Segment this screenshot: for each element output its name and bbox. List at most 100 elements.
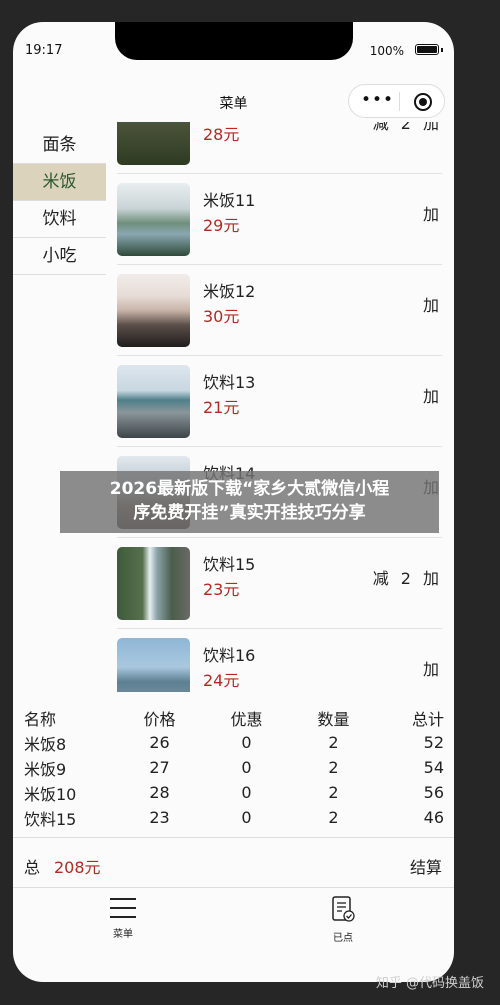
battery-icon bbox=[415, 44, 439, 55]
header-total: 总计 bbox=[411, 709, 444, 729]
cart-cell: 2 bbox=[328, 733, 339, 752]
cart-cell: 54 bbox=[423, 758, 444, 777]
cart-cell: 27 bbox=[149, 758, 170, 777]
status-time: 19:17 bbox=[25, 43, 63, 58]
add-button[interactable]: 加 bbox=[423, 122, 439, 133]
product-controls: 减2 加 bbox=[373, 122, 439, 134]
cart-cell: 26 bbox=[149, 733, 170, 752]
header-name: 名称 bbox=[24, 709, 57, 729]
product-price: 29元 bbox=[203, 216, 240, 235]
product-price: 28元 bbox=[203, 125, 240, 144]
cart-cell: 米饭8 bbox=[24, 734, 67, 754]
product-name: 米饭11 bbox=[203, 191, 256, 210]
close-target-icon[interactable] bbox=[414, 93, 432, 111]
product-image bbox=[117, 122, 190, 165]
product-image bbox=[117, 365, 190, 438]
product-controls: 加 bbox=[423, 383, 439, 407]
product-item: 饮料16 24元 加 bbox=[117, 628, 442, 692]
product-image bbox=[117, 183, 190, 256]
cart-header-row: 名称 价格 优惠 数量 总计 bbox=[24, 705, 444, 730]
cart-table: 名称 价格 优惠 数量 总计 米饭8 26 0 2 52 米饭9 27 0 2 … bbox=[24, 705, 444, 830]
product-price: 24元 bbox=[203, 671, 240, 690]
product-price: 30元 bbox=[203, 307, 240, 326]
cart-row: 米饭8 26 0 2 52 bbox=[24, 730, 444, 755]
add-button[interactable]: 加 bbox=[423, 387, 439, 406]
cart-cell: 52 bbox=[423, 733, 444, 752]
minus-button[interactable]: 减 bbox=[373, 122, 389, 133]
sidebar-item-snacks[interactable]: 小吃 bbox=[13, 238, 106, 275]
tab-menu-label: 菜单 bbox=[113, 929, 133, 940]
add-button[interactable]: 加 bbox=[423, 660, 439, 679]
cart-row: 米饭9 27 0 2 54 bbox=[24, 755, 444, 780]
minus-button[interactable]: 减 bbox=[373, 569, 389, 588]
cart-cell: 28 bbox=[149, 783, 170, 802]
total-value: 208元 bbox=[54, 858, 101, 877]
cart-cell: 46 bbox=[423, 808, 444, 827]
product-name: 饮料16 bbox=[203, 646, 256, 665]
cart-cell: 23 bbox=[149, 808, 170, 827]
add-button[interactable]: 加 bbox=[423, 296, 439, 315]
capsule-divider bbox=[399, 92, 400, 111]
product-list[interactable]: 28元 减2加 米饭11 29元 加 米饭12 30元 加 饮料13 21元 加… bbox=[117, 122, 442, 692]
product-controls: 加 bbox=[423, 292, 439, 316]
tab-ordered-label: 已点 bbox=[333, 933, 353, 944]
cart-cell: 56 bbox=[423, 783, 444, 802]
add-button[interactable]: 加 bbox=[423, 205, 439, 224]
product-controls: 加 bbox=[423, 201, 439, 225]
watermark: 知乎 @代码换盖饭 bbox=[375, 976, 484, 991]
overlay-line-1: 2026最新版下载“家乡大贰微信小程 bbox=[109, 479, 390, 499]
cart-cell: 2 bbox=[328, 808, 339, 827]
cart-cell: 0 bbox=[241, 783, 252, 802]
product-price: 23元 bbox=[203, 580, 240, 599]
more-icon[interactable]: ••• bbox=[361, 92, 394, 109]
total-label: 总 bbox=[24, 858, 41, 877]
product-item: 饮料15 23元 减2加 bbox=[117, 537, 442, 629]
checkout-button[interactable]: 结算 bbox=[410, 854, 442, 878]
product-item: 饮料13 21元 加 bbox=[117, 355, 442, 447]
product-controls: 减2加 bbox=[373, 565, 439, 589]
product-price: 21元 bbox=[203, 398, 240, 417]
product-controls: 加 bbox=[423, 656, 439, 680]
cart-cell: 2 bbox=[328, 758, 339, 777]
sidebar-item-rice[interactable]: 米饭 bbox=[13, 164, 106, 201]
divider bbox=[13, 887, 454, 888]
product-image bbox=[117, 274, 190, 347]
cart-cell: 2 bbox=[328, 783, 339, 802]
tab-ordered[interactable]: 已点 bbox=[313, 895, 373, 944]
cart-cell: 饮料15 bbox=[24, 809, 77, 829]
product-qty: 2 bbox=[400, 569, 411, 588]
sidebar-item-noodles[interactable]: 面条 bbox=[13, 127, 106, 164]
cart-cell: 米饭9 bbox=[24, 759, 67, 779]
notch bbox=[115, 22, 353, 60]
product-image bbox=[117, 638, 190, 692]
battery-percent: 100% bbox=[369, 44, 404, 58]
product-item: 28元 减2 加 bbox=[117, 122, 442, 174]
order-list-icon bbox=[332, 896, 355, 922]
cart-row: 饮料15 23 0 2 46 bbox=[24, 805, 444, 830]
product-name: 米饭12 bbox=[203, 282, 256, 301]
divider bbox=[13, 837, 454, 838]
overlay-line-2: 序免费开挂”真实开挂技巧分享 bbox=[133, 503, 366, 523]
sidebar-item-drinks[interactable]: 饮料 bbox=[13, 201, 106, 238]
product-image bbox=[117, 547, 190, 620]
cart-cell: 米饭10 bbox=[24, 784, 77, 804]
header-quantity: 数量 bbox=[317, 709, 350, 729]
battery-tip bbox=[441, 48, 443, 52]
menu-icon bbox=[110, 898, 136, 918]
add-button[interactable]: 加 bbox=[423, 569, 439, 588]
product-qty: 2 bbox=[400, 122, 411, 133]
cart-cell: 0 bbox=[241, 733, 252, 752]
product-name: 饮料15 bbox=[203, 555, 256, 574]
product-item: 米饭11 29元 加 bbox=[117, 173, 442, 265]
cart-cell: 0 bbox=[241, 758, 252, 777]
category-sidebar: 面条 米饭 饮料 小吃 bbox=[13, 127, 106, 275]
header-discount: 优惠 bbox=[230, 709, 263, 729]
product-name: 饮料13 bbox=[203, 373, 256, 392]
cart-cell: 0 bbox=[241, 808, 252, 827]
tab-menu[interactable]: 菜单 bbox=[93, 895, 153, 940]
header-price: 价格 bbox=[143, 709, 176, 729]
product-item: 米饭12 30元 加 bbox=[117, 264, 442, 356]
mini-program-capsule: ••• bbox=[348, 84, 445, 118]
cart-row: 米饭10 28 0 2 56 bbox=[24, 780, 444, 805]
overlay-banner: 2026最新版下载“家乡大贰微信小程 序免费开挂”真实开挂技巧分享 bbox=[60, 471, 439, 533]
